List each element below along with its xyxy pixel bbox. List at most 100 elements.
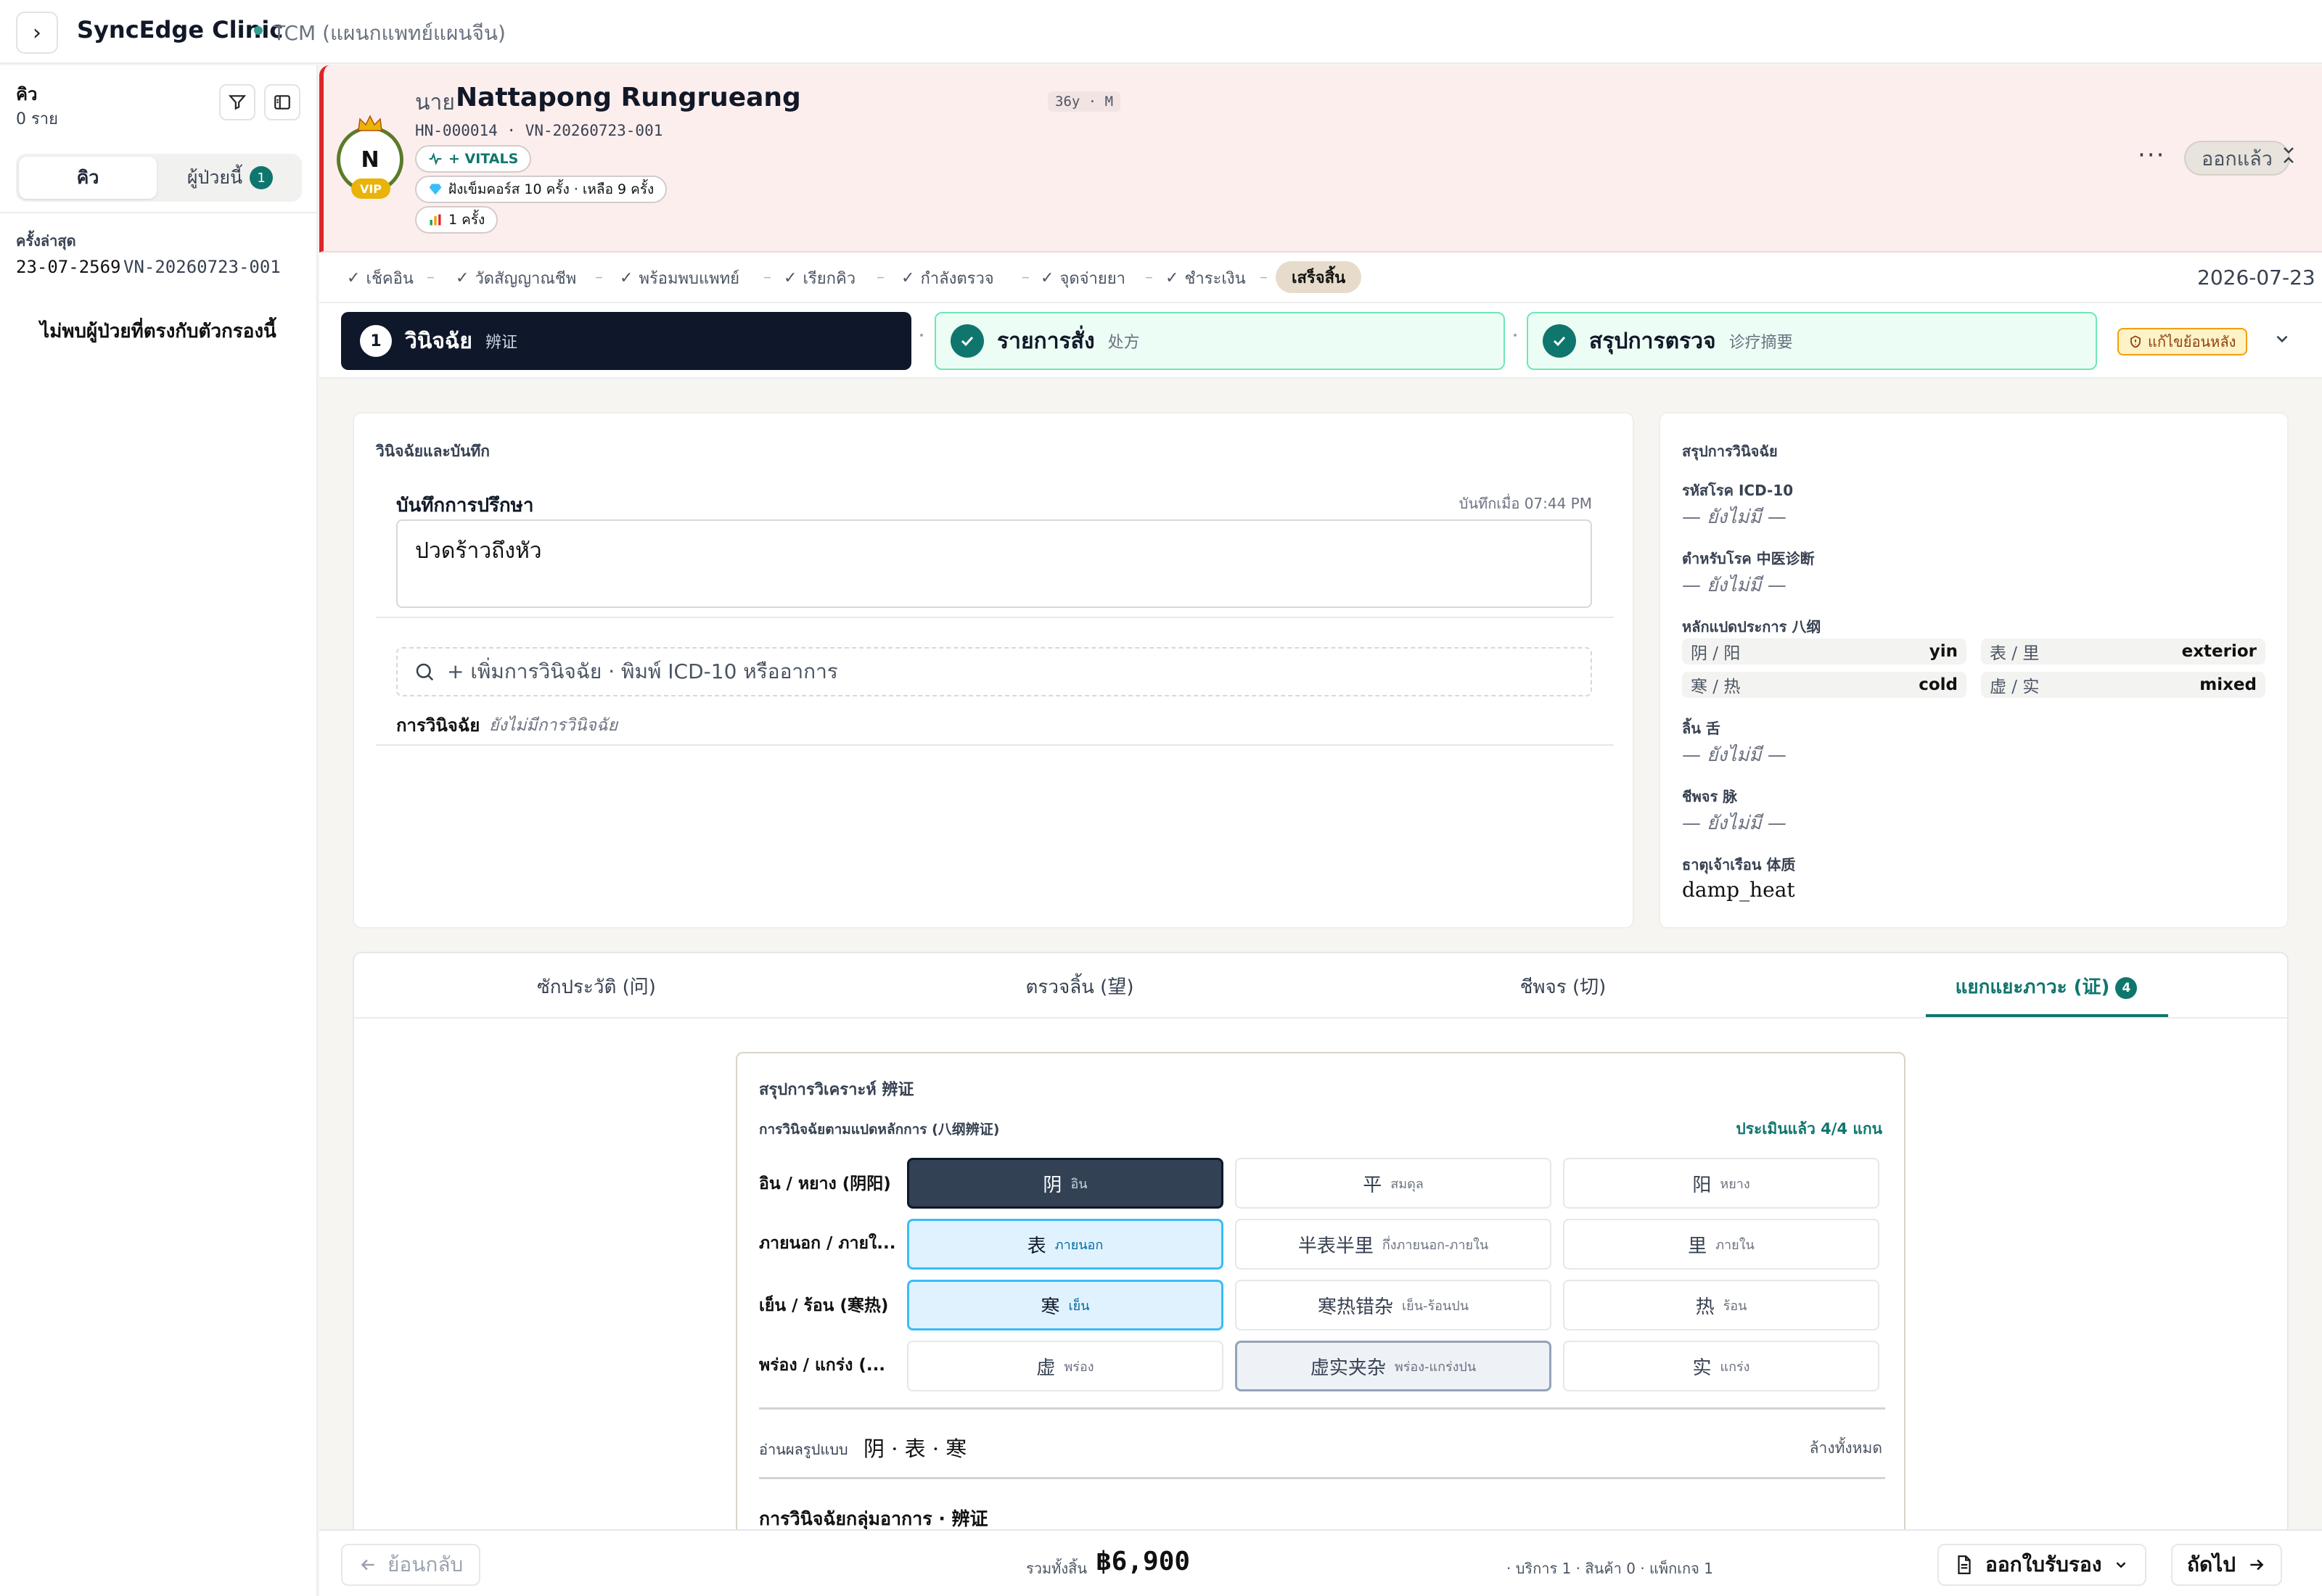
bar-chart-icon	[430, 214, 441, 226]
patient-age-sex: 36y · M	[1048, 91, 1121, 112]
empty-state: ไม่พบผู้ป่วยที่ตรงกับตัวกรองนี้	[40, 321, 276, 342]
tab-pattern-differentiation[interactable]: แยกแยะภาวะ (证) 4	[1901, 972, 2191, 1002]
option-hanzi: 寒	[1041, 1296, 1060, 1318]
add-vitals-chip[interactable]: + VITALS	[415, 145, 532, 173]
bagang-label: หลักแปดประการ 八纲	[1682, 618, 1821, 635]
divider	[376, 617, 1614, 618]
diagnosis-empty: ยังไม่มีการวินิจฉัย	[489, 716, 618, 735]
step-label: จุดจ่ายยา	[1059, 269, 1125, 288]
stage-connector	[1514, 334, 1517, 337]
visits-chip[interactable]: 1 ครั้ง	[415, 206, 499, 234]
tongue-label: ลิ้น 舌	[1682, 720, 1720, 737]
option-excess[interactable]: 实 แกร่ง	[1563, 1341, 1879, 1391]
status-pill[interactable]: ออกแล้ว	[2184, 141, 2290, 176]
analysis-title: สรุปการวิเคราะห์ 辨证	[759, 1081, 914, 1099]
option-yin[interactable]: 阴 อิน	[907, 1158, 1223, 1209]
tab-badge: 4	[2115, 976, 2138, 999]
chevron-down-icon[interactable]	[2273, 329, 2292, 348]
pair-value: exterior	[2181, 642, 2257, 661]
option-thai: สมดุล	[1390, 1176, 1424, 1192]
card-heading: สรุปการวินิจฉัย	[1682, 443, 1778, 460]
diagnosis-label: การวินิจฉัย	[396, 715, 480, 736]
panel-toggle-button[interactable]	[264, 84, 300, 120]
axis-label: อิน / หยาง (阴阳)	[759, 1175, 891, 1193]
amend-label: แก้ไขย้อนหลัง	[2148, 333, 2236, 350]
tcm-exam-tabs: ซักประวัติ (问) ตรวจลิ้น (望) ชีพจร (切) แย…	[353, 952, 2289, 1596]
consultation-notes-textarea[interactable]: ปวดร้าวถึงหัว	[396, 519, 1592, 608]
option-yang[interactable]: 阳 หยาง	[1563, 1158, 1879, 1209]
option-deficiency[interactable]: 虚 พร่อง	[907, 1341, 1223, 1391]
option-exterior[interactable]: 表 ภายนอก	[907, 1219, 1223, 1270]
option-hanzi: 表	[1027, 1235, 1046, 1257]
collapse-icon[interactable]	[2280, 145, 2297, 165]
step-item: ✓ เช็คอิน	[347, 252, 414, 303]
option-balanced[interactable]: 平 สมดุล	[1235, 1158, 1551, 1209]
clear-all-button[interactable]: ล้างทั้งหมด	[1810, 1436, 1882, 1460]
check-icon: ✓	[1165, 268, 1179, 287]
pulse-value: — ยังไม่มี —	[1682, 813, 1786, 834]
vitals-label: + VITALS	[448, 151, 519, 167]
course-chip[interactable]: ฝังเข็มคอร์ส 10 ครั้ง · เหลือ 9 ครั้ง	[415, 176, 668, 203]
tab-tongue[interactable]: ตรวจลิ้น (望)	[935, 972, 1225, 1002]
option-interior[interactable]: 里 ภายใน	[1563, 1219, 1879, 1270]
stage-connector	[920, 334, 923, 337]
tab-queue[interactable]: คิว	[19, 157, 157, 199]
sidebar-panel-icon	[274, 95, 290, 110]
count-badge: 1	[250, 166, 274, 189]
tab-pulse[interactable]: ชีพจร (切)	[1418, 972, 1708, 1002]
total-breakdown: · บริการ 1 · สินค้า 0 · แพ็กเกจ 1	[1506, 1560, 1713, 1577]
issue-certificate-button[interactable]: ออกใบรับรอง	[1937, 1544, 2147, 1586]
pair-key: 虚 / 实	[1990, 678, 2040, 696]
step-label: วัดสัญญาณชีพ	[475, 269, 577, 288]
option-cold-heat-mixed[interactable]: 寒热错杂 เย็น-ร้อนปน	[1235, 1280, 1551, 1330]
axis-label: เย็น / ร้อน (寒热)	[759, 1296, 889, 1315]
next-button[interactable]: ถัดไป	[2171, 1544, 2282, 1586]
tab-history[interactable]: ซักประวัติ (问)	[451, 972, 742, 1002]
option-cold[interactable]: 寒 เย็น	[907, 1280, 1223, 1330]
back-button[interactable]: ย้อนกลับ	[341, 1544, 481, 1586]
add-diagnosis-placeholder: + เพิ่มการวินิจฉัย · พิมพ์ ICD-10 หรืออา…	[447, 659, 838, 683]
sidebar-toggle-button[interactable]: ›	[16, 12, 58, 54]
filter-button[interactable]	[219, 84, 255, 120]
tab-label: แยกแยะภาวะ (证)	[1955, 976, 2110, 998]
patient-title: นาย	[415, 90, 455, 115]
amend-button[interactable]: แก้ไขย้อนหลัง	[2117, 328, 2248, 355]
last-visit-vn[interactable]: VN-20260723-001	[123, 257, 281, 277]
department-name: TCM (แผนกแพทย์แผนจีน)	[273, 21, 506, 45]
stage-summary[interactable]: สรุปการตรวจ 诊疗摘要	[1527, 312, 2097, 370]
more-icon[interactable]: ···	[2138, 141, 2165, 170]
total-amount: ฿6,900	[1096, 1547, 1191, 1576]
avatar-initial: N	[361, 147, 380, 173]
bagang-pair: 虚 / 实 mixed	[1981, 672, 2265, 698]
pair-key: 阴 / 阳	[1691, 644, 1741, 663]
visit-status-steps: ✓ เช็คอิน – ✓ วัดสัญญาณชีพ – ✓ พร้อมพบแพทย์…	[319, 252, 2322, 303]
option-hanzi: 平	[1363, 1174, 1382, 1196]
check-icon: ✓	[347, 268, 361, 287]
step-separator: –	[427, 268, 435, 287]
reading-label: อ่านผลรูปแบบ	[759, 1441, 848, 1458]
next-label: ถัดไป	[2187, 1552, 2236, 1576]
bagang-pair: 表 / 里 exterior	[1981, 638, 2265, 665]
option-half-exterior[interactable]: 半表半里 กึ่งภายนอก-ภายใน	[1235, 1219, 1551, 1270]
add-diagnosis-input[interactable]: + เพิ่มการวินิจฉัย · พิมพ์ ICD-10 หรืออา…	[396, 647, 1592, 696]
check-circle-icon	[951, 324, 984, 358]
evaluated-count: ประเมินแล้ว 4/4 แกน	[1736, 1120, 1882, 1138]
option-mixed[interactable]: 虚实夹杂 พร่อง-แกร่งปน	[1235, 1341, 1551, 1391]
check-icon: ✓	[456, 268, 469, 287]
bagang-pair: 寒 / 热 cold	[1682, 672, 1966, 698]
patient-name: Nattapong Rungrueang	[456, 83, 801, 112]
divider	[759, 1477, 1885, 1479]
option-heat[interactable]: 热 ร้อน	[1563, 1280, 1879, 1330]
stage-diagnosis[interactable]: 1 วินิจฉัย 辨证	[341, 312, 911, 370]
step-item: ✓ จุดจ่ายยา	[1041, 252, 1125, 303]
last-visit-date: 23-07-2569	[16, 257, 121, 277]
stage-orders[interactable]: รายการสั่ง 处方	[935, 312, 1505, 370]
step-separator: –	[1022, 268, 1030, 287]
option-hanzi: 实	[1692, 1357, 1712, 1379]
analysis-subtitle: การวินิจฉัยตามแปดหลักการ (八纲辨证)	[759, 1122, 1000, 1138]
constitution-value: damp_heat	[1682, 878, 1795, 902]
option-thai: ร้อน	[1723, 1298, 1747, 1314]
chevron-right-icon: ›	[33, 20, 41, 46]
course-label: ฝังเข็มคอร์ส 10 ครั้ง · เหลือ 9 ครั้ง	[448, 181, 655, 197]
tab-this-patient[interactable]: ผู้ป่วยนี้ 1	[161, 157, 299, 199]
